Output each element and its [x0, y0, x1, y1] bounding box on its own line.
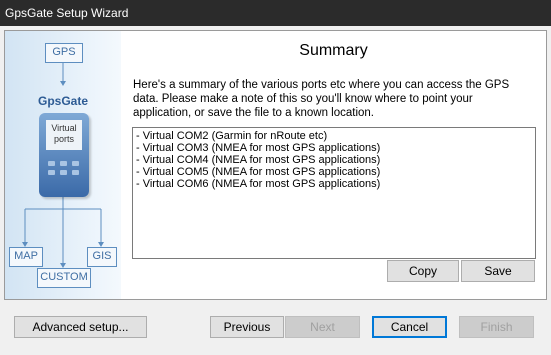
gis-box: GIS	[87, 247, 117, 267]
ports-listbox[interactable]: - Virtual COM2 (Garmin for nRoute etc) -…	[132, 127, 536, 259]
map-box: MAP	[9, 247, 43, 267]
port-list-item[interactable]: - Virtual COM4 (NMEA for most GPS applic…	[133, 154, 535, 166]
gps-box: GPS	[45, 43, 83, 63]
brand-label: GpsGate	[38, 94, 89, 108]
title-bar[interactable]: GpsGate Setup Wizard	[0, 0, 551, 26]
wizard-panel: GPS GpsGate Virtual ports MAP GIS CUSTOM…	[4, 30, 547, 300]
window-title: GpsGate Setup Wizard	[5, 6, 129, 20]
next-button[interactable]: Next	[285, 316, 360, 338]
custom-box: CUSTOM	[37, 268, 91, 288]
port-list-item[interactable]: - Virtual COM3 (NMEA for most GPS applic…	[133, 142, 535, 154]
port-list-item[interactable]: - Virtual COM5 (NMEA for most GPS applic…	[133, 166, 535, 178]
cancel-button[interactable]: Cancel	[372, 316, 447, 338]
summary-description: Here's a summary of the various ports et…	[133, 79, 510, 119]
previous-button[interactable]: Previous	[210, 316, 284, 338]
device-keys	[48, 161, 80, 183]
advanced-setup-button[interactable]: Advanced setup...	[14, 316, 147, 338]
copy-button[interactable]: Copy	[387, 260, 459, 282]
device-icon: Virtual ports	[39, 113, 89, 197]
page-title: Summary	[299, 42, 368, 59]
device-screen-label: Virtual ports	[46, 120, 82, 150]
port-list-item[interactable]: - Virtual COM2 (Garmin for nRoute etc)	[133, 130, 535, 142]
finish-button[interactable]: Finish	[459, 316, 534, 338]
wizard-sidebar-graphic: GPS GpsGate Virtual ports MAP GIS CUSTOM	[5, 31, 121, 299]
port-list-item[interactable]: - Virtual COM6 (NMEA for most GPS applic…	[133, 178, 535, 190]
save-button[interactable]: Save	[461, 260, 535, 282]
